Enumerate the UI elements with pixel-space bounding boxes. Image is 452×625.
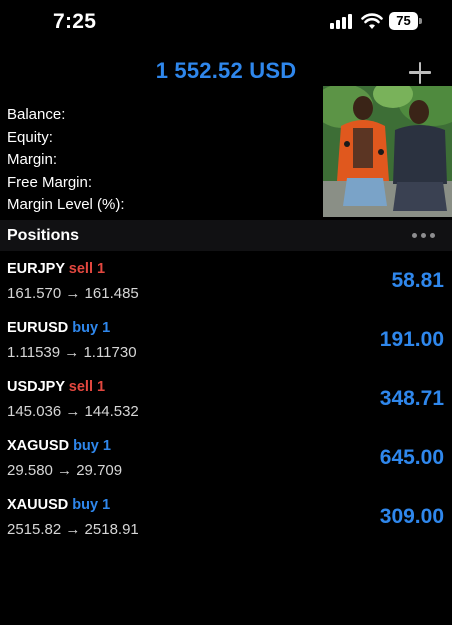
position-prices: 161.570 → 161.485 xyxy=(7,285,139,302)
position-profit: 645.00 xyxy=(379,446,444,469)
positions-section-header: Positions xyxy=(0,220,452,251)
position-side: buy 1 xyxy=(73,438,111,454)
battery-level: 75 xyxy=(389,12,418,30)
balance-label: Balance: xyxy=(7,106,66,123)
status-bar: 7:25 75 xyxy=(0,0,452,44)
positions-title: Positions xyxy=(7,227,80,244)
position-prices: 2515.82 → 2518.91 xyxy=(7,521,139,538)
position-row[interactable]: XAGUSD buy 1 29.580 → 29.709 645.00 xyxy=(0,438,452,494)
position-symbol: XAGUSD xyxy=(7,438,70,454)
position-side: sell 1 xyxy=(68,379,106,395)
status-time: 7:25 xyxy=(53,10,97,33)
position-side: sell 1 xyxy=(68,261,106,277)
add-button[interactable] xyxy=(405,58,435,88)
position-side: buy 1 xyxy=(72,497,111,513)
margin-level-label: Margin Level (%): xyxy=(7,196,125,214)
position-symbol: USDJPY xyxy=(7,379,65,395)
free-margin-label: Free Margin: xyxy=(7,173,93,191)
more-options-icon[interactable] xyxy=(412,233,438,239)
position-prices: 29.580 → 29.709 xyxy=(7,462,123,479)
position-profit: 58.81 xyxy=(391,269,444,292)
battery-icon: 75 xyxy=(389,12,422,30)
position-profit: 348.71 xyxy=(379,387,444,410)
position-profit: 309.00 xyxy=(379,505,444,528)
margin-label: Margin: xyxy=(7,151,58,169)
position-row[interactable]: EURJPY sell 1 161.570 → 161.485 58.81 xyxy=(0,261,452,317)
position-profit: 191.00 xyxy=(379,328,444,351)
account-equity-title: 1 552.52 USD xyxy=(155,58,297,83)
position-symbol: EURJPY xyxy=(7,261,65,277)
position-row[interactable]: XAUUSD buy 1 2515.82 → 2518.91 309.00 xyxy=(0,497,452,553)
position-prices: 145.036 → 144.532 xyxy=(7,403,139,420)
wifi-icon xyxy=(361,13,383,29)
position-symbol: XAUUSD xyxy=(7,497,69,513)
position-row[interactable]: USDJPY sell 1 145.036 → 144.532 348.71 xyxy=(0,379,452,435)
account-summary: Balance: Equity: Margin: Free Margin: Ma… xyxy=(7,105,125,218)
position-prices: 1.11539 → 1.11730 xyxy=(7,344,137,361)
position-symbol: EURUSD xyxy=(7,320,69,336)
cellular-signal-icon xyxy=(330,13,354,29)
position-row[interactable]: EURUSD buy 1 1.11539 → 1.11730 191.00 xyxy=(0,320,452,376)
overlay-photo xyxy=(323,86,452,217)
position-side: buy 1 xyxy=(72,320,111,336)
equity-label: Equity: xyxy=(7,128,53,146)
